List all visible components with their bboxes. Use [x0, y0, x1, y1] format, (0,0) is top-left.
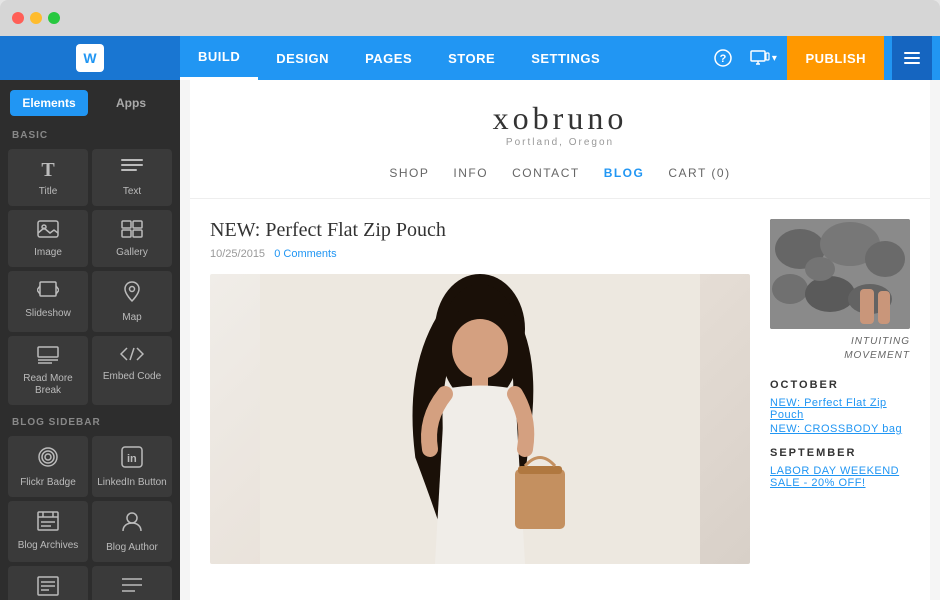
- embed-code-icon: [120, 346, 144, 367]
- linkedin-icon: in: [121, 446, 143, 473]
- sidebar-decorative-image: [770, 219, 910, 329]
- main-area: Elements Apps BASIC T Title: [0, 80, 940, 600]
- link-labor-day[interactable]: LABOR DAY WEEKEND SALE - 20% OFF!: [770, 465, 910, 489]
- content-sidebar: INTUITINGMOVEMENT OCTOBER NEW: Perfect F…: [770, 219, 910, 564]
- element-text[interactable]: Text: [92, 149, 172, 206]
- october-title: OCTOBER: [770, 379, 910, 391]
- september-title: SEPTEMBER: [770, 447, 910, 459]
- nav-build[interactable]: BUILD: [180, 36, 258, 80]
- read-more-icon: [37, 346, 59, 369]
- element-embed-code[interactable]: Embed Code: [92, 336, 172, 405]
- basic-section-label: BASIC: [0, 122, 180, 145]
- nav-info[interactable]: INFO: [453, 166, 488, 180]
- nav-store[interactable]: STORE: [430, 36, 513, 80]
- element-title[interactable]: T Title: [8, 149, 88, 206]
- site-header: xobruno Portland, Oregon SHOP INFO CONTA…: [190, 80, 930, 199]
- nav-right: ? ▾ PUBLISH: [707, 36, 940, 80]
- title-label: Title: [39, 186, 58, 198]
- flickr-label: Flickr Badge: [20, 477, 76, 489]
- element-blog-author[interactable]: Blog Author: [92, 501, 172, 562]
- website-preview: xobruno Portland, Oregon SHOP INFO CONTA…: [180, 80, 940, 600]
- svg-text:in: in: [127, 453, 137, 465]
- sidebar-tabs: Elements Apps: [0, 80, 180, 122]
- linkedin-label: LinkedIn Button: [97, 477, 167, 489]
- help-icon[interactable]: ?: [707, 42, 739, 74]
- embed-code-label: Embed Code: [103, 371, 161, 383]
- site-tagline: Portland, Oregon: [506, 137, 614, 148]
- site-logo: xobruno: [493, 100, 628, 137]
- element-extra[interactable]: [92, 566, 172, 600]
- wix-logo: W: [76, 44, 104, 72]
- blog-sidebar-section-label: BLOG SIDEBAR: [0, 409, 180, 432]
- left-sidebar: Elements Apps BASIC T Title: [0, 80, 180, 600]
- nav-shop[interactable]: SHOP: [389, 166, 429, 180]
- element-linkedin[interactable]: in LinkedIn Button: [92, 436, 172, 497]
- september-section: SEPTEMBER LABOR DAY WEEKEND SALE - 20% O…: [770, 447, 910, 489]
- svg-text:?: ?: [720, 53, 727, 65]
- blog-archives-label: Blog Archives: [18, 540, 79, 552]
- link-zip-pouch[interactable]: NEW: Perfect Flat Zip Pouch: [770, 397, 910, 421]
- slideshow-label: Slideshow: [25, 308, 71, 320]
- image-label: Image: [34, 247, 62, 259]
- blog-author-icon: [122, 511, 142, 538]
- element-image[interactable]: Image: [8, 210, 88, 267]
- element-read-more[interactable]: Read More Break: [8, 336, 88, 405]
- browser-chrome: [0, 0, 940, 36]
- text-label: Text: [123, 186, 141, 198]
- blog-sidebar-items-grid: Flickr Badge in LinkedIn Button: [0, 432, 180, 600]
- nav-design[interactable]: DESIGN: [258, 36, 347, 80]
- element-gallery[interactable]: Gallery: [92, 210, 172, 267]
- slideshow-icon: [37, 281, 59, 304]
- blog-author-label: Blog Author: [106, 542, 158, 554]
- gallery-icon: [121, 220, 143, 243]
- site-nav: SHOP INFO CONTACT BLOG CART (0): [389, 158, 730, 188]
- october-section: OCTOBER NEW: Perfect Flat Zip Pouch NEW:…: [770, 379, 910, 435]
- element-flickr-badge[interactable]: Flickr Badge: [8, 436, 88, 497]
- content-layout: NEW: Perfect Flat Zip Pouch 10/25/2015 0…: [190, 199, 930, 584]
- image-icon: [37, 220, 59, 243]
- nav-blog[interactable]: BLOG: [604, 166, 645, 180]
- website-content: xobruno Portland, Oregon SHOP INFO CONTA…: [190, 80, 930, 600]
- close-button[interactable]: [12, 12, 24, 24]
- element-blog-archives[interactable]: Blog Archives: [8, 501, 88, 562]
- gallery-label: Gallery: [116, 247, 148, 259]
- tab-apps[interactable]: Apps: [92, 90, 170, 116]
- post-date: 10/25/2015: [210, 248, 265, 260]
- menu-button[interactable]: [892, 36, 932, 80]
- logo-area: W: [0, 36, 180, 80]
- nav-items: BUILD DESIGN PAGES STORE SETTINGS: [180, 36, 707, 80]
- sidebar-image-caption: INTUITINGMOVEMENT: [770, 335, 910, 363]
- maximize-button[interactable]: [48, 12, 60, 24]
- title-icon: T: [41, 159, 54, 182]
- blog-post-title: NEW: Perfect Flat Zip Pouch: [210, 219, 750, 242]
- read-more-label: Read More Break: [12, 373, 84, 397]
- publish-button[interactable]: PUBLISH: [787, 36, 884, 80]
- element-map[interactable]: Map: [92, 271, 172, 332]
- top-navigation: W BUILD DESIGN PAGES STORE SETTINGS ?: [0, 36, 940, 80]
- blog-post-meta: 10/25/2015 0 Comments: [210, 248, 750, 260]
- flickr-icon: [37, 446, 59, 473]
- basic-items-grid: T Title Text: [0, 145, 180, 409]
- blog-archives-icon: [37, 511, 59, 536]
- map-label: Map: [122, 312, 141, 324]
- app-container: W BUILD DESIGN PAGES STORE SETTINGS ?: [0, 36, 940, 600]
- blog-post-image: [210, 274, 750, 564]
- extra-icon: [121, 576, 143, 599]
- nav-cart[interactable]: CART (0): [668, 166, 730, 180]
- minimize-button[interactable]: [30, 12, 42, 24]
- tab-elements[interactable]: Elements: [10, 90, 88, 116]
- blog-icon: [37, 576, 59, 600]
- device-preview-icon[interactable]: ▾: [747, 42, 779, 74]
- comments-link[interactable]: 0 Comments: [274, 248, 336, 260]
- map-icon: [122, 281, 142, 308]
- element-blog[interactable]: Blog: [8, 566, 88, 600]
- content-main: NEW: Perfect Flat Zip Pouch 10/25/2015 0…: [210, 219, 750, 564]
- nav-pages[interactable]: PAGES: [347, 36, 430, 80]
- text-icon: [121, 159, 143, 182]
- nav-contact[interactable]: CONTACT: [512, 166, 580, 180]
- element-slideshow[interactable]: Slideshow: [8, 271, 88, 332]
- link-crossbody[interactable]: NEW: CROSSBODY bag: [770, 423, 910, 435]
- nav-settings[interactable]: SETTINGS: [513, 36, 618, 80]
- traffic-lights: [12, 12, 60, 24]
